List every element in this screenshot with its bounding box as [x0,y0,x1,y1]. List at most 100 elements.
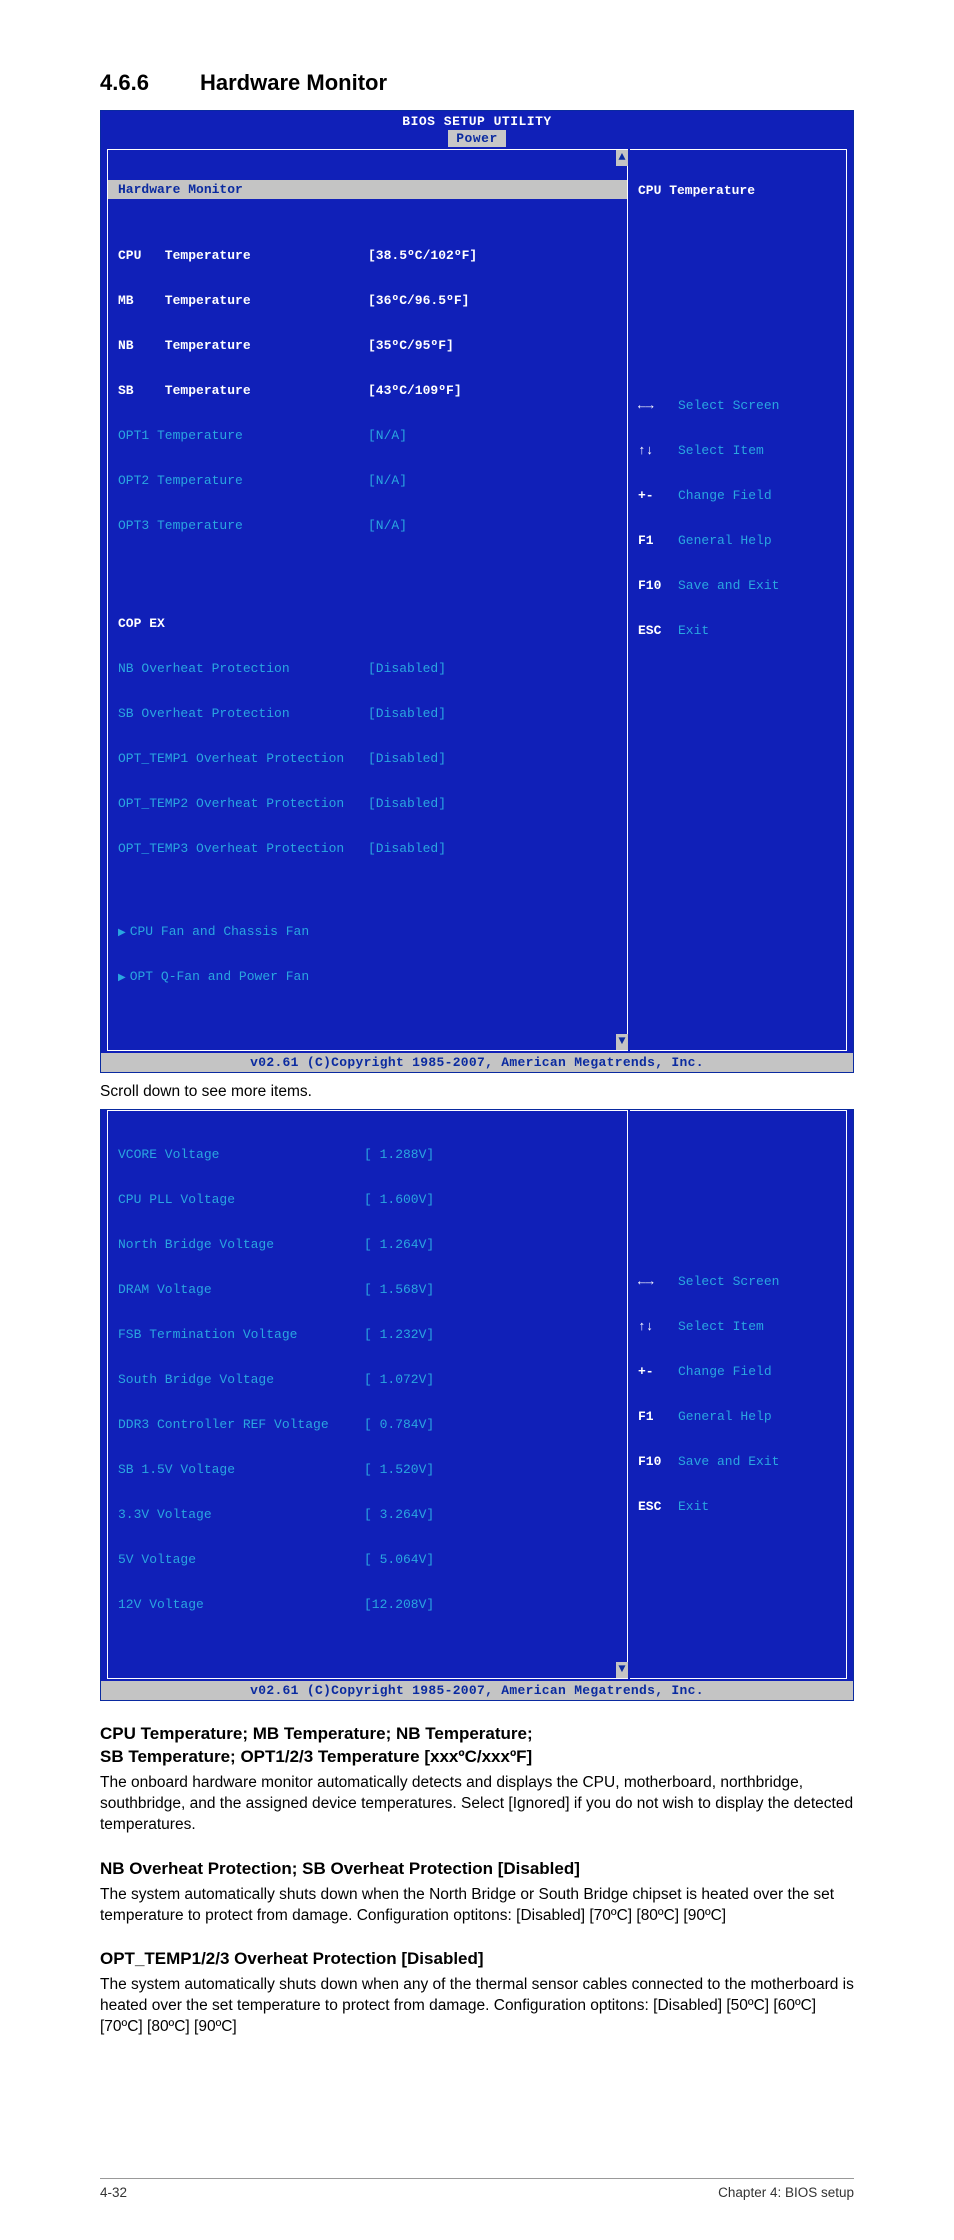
volt-value: [12.208V] [364,1597,434,1612]
hw-row[interactable]: MB Temperature[36ºC/96.5ºF] [118,293,617,308]
volt-value: [ 1.568V] [364,1282,434,1297]
volt-value: [ 5.064V] [364,1552,434,1567]
nav-key: ESC [638,1499,678,1514]
hw-row[interactable]: SB Temperature[43ºC/109ºF] [118,383,617,398]
hw-row[interactable]: OPT2 Temperature[N/A] [118,473,617,488]
volt-label: South Bridge Voltage [118,1372,364,1387]
hw-row[interactable]: OPT3 Temperature[N/A] [118,518,617,533]
volt-row[interactable]: DDR3 Controller REF Voltage[ 0.784V] [118,1417,617,1432]
scroll-track: ▲ ▼ [616,150,628,1050]
hw-label: OPT3 Temperature [118,518,368,533]
cop-label: OPT_TEMP1 Overheat Protection [118,751,368,766]
cop-label: SB Overheat Protection [118,706,368,721]
cop-value: [Disabled] [368,796,446,811]
nav-key: ↑↓ [638,1319,678,1334]
bios-left-pane: Hardware Monitor CPU Temperature[38.5ºC/… [107,149,628,1051]
volt-label: 12V Voltage [118,1597,364,1612]
volt-label: 5V Voltage [118,1552,364,1567]
subsection-heading-l1: CPU Temperature; MB Temperature; NB Temp… [100,1724,533,1743]
bios-header-title: BIOS SETUP UTILITY [101,114,853,129]
nav-desc: Exit [678,1499,709,1514]
hw-row[interactable]: CPU Temperature[38.5ºC/102ºF] [118,248,617,263]
volt-label: VCORE Voltage [118,1147,364,1162]
subsection-heading: NB Overheat Protection; SB Overheat Prot… [100,1858,854,1881]
bios-panel-1: BIOS SETUP UTILITY Power Hardware Monito… [100,110,854,1073]
body-text: The onboard hardware monitor automatical… [100,1773,854,1836]
hw-label: MB Temperature [118,293,368,308]
volt-value: [ 1.232V] [364,1327,434,1342]
volt-row[interactable]: DRAM Voltage[ 1.568V] [118,1282,617,1297]
page-number: 4-32 [100,2185,127,2200]
volt-label: SB 1.5V Voltage [118,1462,364,1477]
hw-label: OPT1 Temperature [118,428,368,443]
bios-copyright: v02.61 (C)Copyright 1985-2007, American … [101,1053,853,1072]
volt-row[interactable]: VCORE Voltage[ 1.288V] [118,1147,617,1162]
section-name: Hardware Monitor [200,70,387,95]
nav-keys: ←→Select Screen ↑↓Select Item +-Change F… [638,1244,838,1544]
nav-desc: Select Item [678,443,764,458]
nav-key: F10 [638,578,678,593]
volt-row[interactable]: 5V Voltage[ 5.064V] [118,1552,617,1567]
volt-label: FSB Termination Voltage [118,1327,364,1342]
bios-header: BIOS SETUP UTILITY Power [101,111,853,149]
cop-row[interactable]: OPT_TEMP3 Overheat Protection[Disabled] [118,841,617,856]
nav-key: +- [638,488,678,503]
nav-desc: Change Field [678,488,772,503]
volt-value: [ 1.288V] [364,1147,434,1162]
cop-label: OPT_TEMP3 Overheat Protection [118,841,368,856]
hw-value: [N/A] [368,473,407,488]
bios-panel-2: VCORE Voltage[ 1.288V] CPU PLL Voltage[ … [100,1109,854,1701]
scroll-down-icon[interactable]: ▼ [616,1662,628,1678]
nav-key: ↑↓ [638,443,678,458]
cop-value: [Disabled] [368,706,446,721]
volt-row[interactable]: SB 1.5V Voltage[ 1.520V] [118,1462,617,1477]
nav-desc: Change Field [678,1364,772,1379]
cop-row[interactable]: OPT_TEMP1 Overheat Protection[Disabled] [118,751,617,766]
hw-label: CPU Temperature [118,248,368,263]
hw-label: NB Temperature [118,338,368,353]
scroll-down-icon[interactable]: ▼ [616,1034,628,1050]
hw-value: [36ºC/96.5ºF] [368,293,469,308]
bios-header-tab: Power [448,130,506,147]
scroll-up-icon[interactable]: ▲ [616,150,628,166]
hw-row[interactable]: OPT1 Temperature[N/A] [118,428,617,443]
nav-key: ←→ [638,398,678,413]
submenu-label: OPT Q-Fan and Power Fan [130,969,309,984]
cop-row[interactable]: OPT_TEMP2 Overheat Protection[Disabled] [118,796,617,811]
volt-row[interactable]: CPU PLL Voltage[ 1.600V] [118,1192,617,1207]
nav-desc: Save and Exit [678,578,779,593]
volt-label: DDR3 Controller REF Voltage [118,1417,364,1432]
section-title: 4.6.6Hardware Monitor [100,70,854,96]
nav-key: ←→ [638,1274,678,1289]
submenu-item[interactable]: CPU Fan and Chassis Fan [118,924,617,939]
section-number: 4.6.6 [100,70,200,96]
nav-desc: Exit [678,623,709,638]
cop-value: [Disabled] [368,751,446,766]
body-text: The system automatically shuts down when… [100,1975,854,2038]
hw-row[interactable]: NB Temperature[35ºC/95ºF] [118,338,617,353]
help-title: CPU Temperature [638,183,838,198]
volt-row[interactable]: South Bridge Voltage[ 1.072V] [118,1372,617,1387]
cop-row[interactable]: NB Overheat Protection[Disabled] [118,661,617,676]
volt-value: [ 1.072V] [364,1372,434,1387]
submenu-label: CPU Fan and Chassis Fan [130,924,309,939]
cop-ex-title: COP EX [118,616,617,631]
nav-desc: Select Screen [678,398,779,413]
cop-value: [Disabled] [368,661,446,676]
volt-row[interactable]: 3.3V Voltage[ 3.264V] [118,1507,617,1522]
body-text: The system automatically shuts down when… [100,1885,854,1927]
submenu-item[interactable]: OPT Q-Fan and Power Fan [118,969,617,984]
volt-row[interactable]: FSB Termination Voltage[ 1.232V] [118,1327,617,1342]
hw-value: [N/A] [368,428,407,443]
cop-label: OPT_TEMP2 Overheat Protection [118,796,368,811]
hw-value: [43ºC/109ºF] [368,383,462,398]
volt-row[interactable]: 12V Voltage[12.208V] [118,1597,617,1612]
volt-value: [ 3.264V] [364,1507,434,1522]
cop-row[interactable]: SB Overheat Protection[Disabled] [118,706,617,721]
chapter-name: Chapter 4: BIOS setup [718,2185,854,2200]
cop-label: NB Overheat Protection [118,661,368,676]
volt-label: North Bridge Voltage [118,1237,364,1252]
volt-row[interactable]: North Bridge Voltage[ 1.264V] [118,1237,617,1252]
bios-left-pane: VCORE Voltage[ 1.288V] CPU PLL Voltage[ … [107,1110,628,1679]
scroll-note: Scroll down to see more items. [100,1083,854,1101]
